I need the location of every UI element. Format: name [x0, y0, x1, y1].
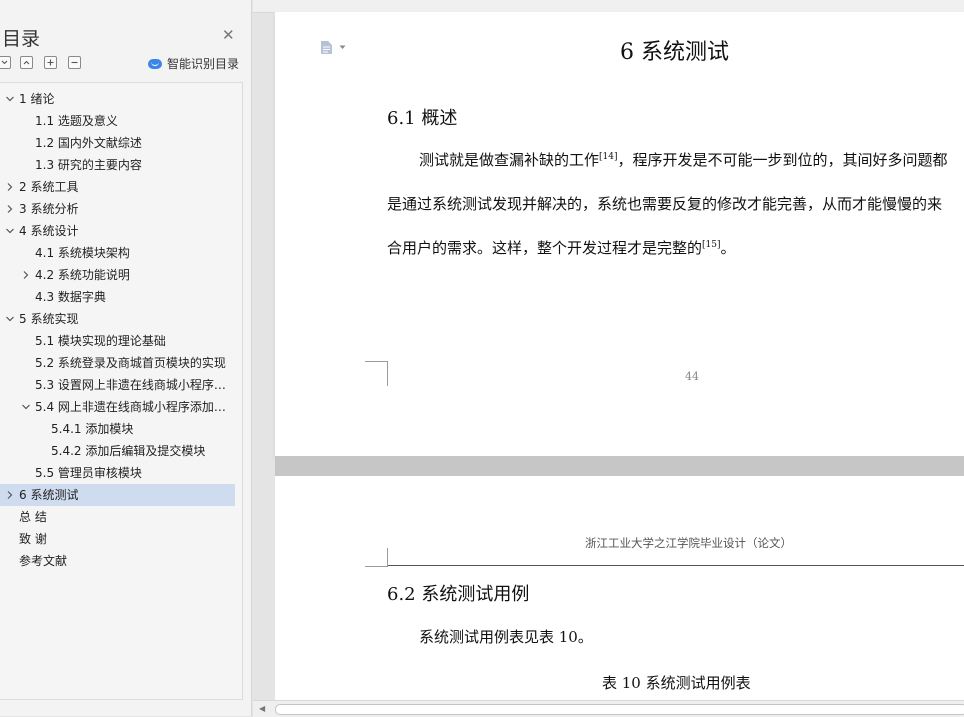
toc-item[interactable]: 总 结 — [0, 506, 235, 528]
toc-item-label: 5.4.2 添加后编辑及提交模块 — [51, 444, 206, 458]
toc-item-label: 3 系统分析 — [19, 202, 79, 216]
toc-item-label: 5.2 系统登录及商城首页模块的实现 — [35, 356, 226, 370]
toc-item-label: 1.2 国内外文献综述 — [35, 136, 142, 150]
page-header: 浙江工业大学之江学院毕业设计（论文） — [585, 536, 792, 550]
toc-item-label: 总 结 — [19, 510, 47, 524]
chevron-down-icon[interactable] — [339, 45, 346, 50]
collapse-icon[interactable] — [20, 56, 33, 69]
expand-all-icon[interactable] — [0, 56, 11, 69]
toc-pane: 目录 ✕ 智能识别目录 1 绪论 1.1 选题及意义 1.2 国内外文献综述 1.3 … — [0, 0, 252, 716]
toc-item-label: 5 系统实现 — [19, 312, 79, 326]
horizontal-scrollbar[interactable]: ◀ — [253, 700, 964, 717]
toc-item[interactable]: 5.3 设置网上非遗在线商城小程序的商品 — [0, 374, 235, 396]
toc-item-label: 1 绪论 — [19, 92, 55, 106]
toc-item-label: 参考文献 — [19, 554, 68, 568]
toc-item[interactable]: 3 系统分析 — [0, 198, 235, 220]
corner-mark — [365, 361, 388, 386]
toc-item[interactable]: 4 系统设计 — [0, 220, 235, 242]
section-title: 6.2 系统测试用例 — [387, 584, 530, 605]
smart-cloud-icon — [148, 58, 162, 69]
toc-item-label: 4.2 系统功能说明 — [35, 268, 130, 282]
toc-item-label: 2 系统工具 — [19, 180, 79, 194]
page-number: 44 — [685, 370, 699, 383]
chevron-right-icon[interactable] — [5, 198, 15, 220]
document-area[interactable]: 6 系统测试 6.1 概述 测试就是做查漏补缺的工作[14]，程序开发是不可能一… — [253, 0, 964, 716]
toc-item-label: 4.3 数据字典 — [35, 290, 106, 304]
toc-item-label: 致 谢 — [19, 532, 47, 546]
toc-item[interactable]: 4.3 数据字典 — [0, 286, 235, 308]
paragraph-line: 合用户的需求。这样，整个开发过程才是完整的[15]。 — [387, 239, 736, 257]
toc-item-label: 1.3 研究的主要内容 — [35, 158, 142, 172]
close-icon[interactable]: ✕ — [222, 26, 235, 44]
toc-item[interactable]: 5.2 系统登录及商城首页模块的实现 — [0, 352, 235, 374]
scroll-left-icon[interactable]: ◀ — [259, 704, 265, 713]
scrollbar-thumb[interactable] — [275, 704, 964, 715]
chapter-title: 6 系统测试 — [620, 40, 729, 65]
toc-title: 目录 — [2, 28, 41, 50]
toc-item-label: 4 系统设计 — [19, 224, 79, 238]
toc-item[interactable]: 5.1 模块实现的理论基础 — [0, 330, 235, 352]
chevron-right-icon[interactable] — [21, 264, 31, 286]
smart-toc-label: 智能识别目录 — [167, 57, 240, 71]
chevron-down-icon[interactable] — [21, 396, 31, 418]
toc-list: 1 绪论 1.1 选题及意义 1.2 国内外文献综述 1.3 研究的主要内容 2 系统工… — [0, 82, 243, 700]
toc-item[interactable]: 6 系统测试 — [0, 484, 235, 506]
page-44[interactable]: 6 系统测试 6.1 概述 测试就是做查漏补缺的工作[14]，程序开发是不可能一… — [275, 12, 964, 456]
toc-item[interactable]: 致 谢 — [0, 528, 235, 550]
toc-item-label: 5.5 管理员审核模块 — [35, 466, 142, 480]
toc-item[interactable]: 4.1 系统模块架构 — [0, 242, 235, 264]
toc-item[interactable]: 1 绪论 — [0, 88, 235, 110]
add-heading-icon[interactable] — [44, 56, 57, 69]
toc-item-label: 5.4 网上非遗在线商城小程序添加模块实现 — [35, 400, 230, 414]
header-rule — [387, 565, 964, 566]
toc-item[interactable]: 5.5 管理员审核模块 — [0, 462, 235, 484]
toc-item[interactable]: 5.4.1 添加模块 — [0, 418, 235, 440]
chevron-down-icon[interactable] — [5, 308, 15, 330]
toc-item[interactable]: 4.2 系统功能说明 — [0, 264, 235, 286]
citation: [14] — [599, 152, 618, 162]
page-45[interactable]: 浙江工业大学之江学院毕业设计（论文） 6.2 系统测试用例 系统测试用例表见表 … — [275, 476, 964, 701]
chevron-right-icon[interactable] — [5, 176, 15, 198]
chevron-down-icon[interactable] — [5, 88, 15, 110]
citation: [15] — [702, 240, 721, 250]
toc-item[interactable]: 5.4.2 添加后编辑及提交模块 — [0, 440, 235, 462]
toc-item-label: 4.1 系统模块架构 — [35, 246, 130, 260]
table-caption: 表 10 系统测试用例表 — [602, 674, 751, 692]
smart-toc-button[interactable]: 智能识别目录 — [148, 55, 239, 72]
toc-item-label: 1.1 选题及意义 — [35, 114, 118, 128]
toc-item-label: 5.3 设置网上非遗在线商城小程序的商品 — [35, 378, 230, 392]
toc-item-label: 5.1 模块实现的理论基础 — [35, 334, 166, 348]
paragraph-line: 测试就是做查漏补缺的工作[14]，程序开发是不可能一步到位的，其间好多问题都 — [419, 151, 948, 169]
chevron-right-icon[interactable] — [5, 484, 15, 506]
chevron-down-icon[interactable] — [5, 220, 15, 242]
toc-item-label: 6 系统测试 — [19, 488, 79, 502]
toc-item[interactable]: 5.4 网上非遗在线商城小程序添加模块实现 — [0, 396, 235, 418]
paragraph-line: 系统测试用例表见表 10。 — [419, 628, 593, 646]
remove-heading-icon[interactable] — [68, 56, 81, 69]
corner-mark — [365, 548, 388, 567]
paragraph-line: 是通过系统测试发现并解决的，系统也需要反复的修改才能完善，从而才能慢慢的来 — [387, 195, 943, 213]
page-gap — [275, 456, 964, 476]
section-title: 6.1 概述 — [387, 108, 458, 129]
toc-item[interactable]: 2 系统工具 — [0, 176, 235, 198]
toc-item[interactable]: 1.2 国内外文献综述 — [0, 132, 235, 154]
toc-item[interactable]: 参考文献 — [0, 550, 235, 572]
toc-item[interactable]: 1.1 选题及意义 — [0, 110, 235, 132]
toc-item[interactable]: 1.3 研究的主要内容 — [0, 154, 235, 176]
document-icon[interactable] — [320, 40, 333, 55]
toc-item[interactable]: 5 系统实现 — [0, 308, 235, 330]
toc-item-label: 5.4.1 添加模块 — [51, 422, 134, 436]
